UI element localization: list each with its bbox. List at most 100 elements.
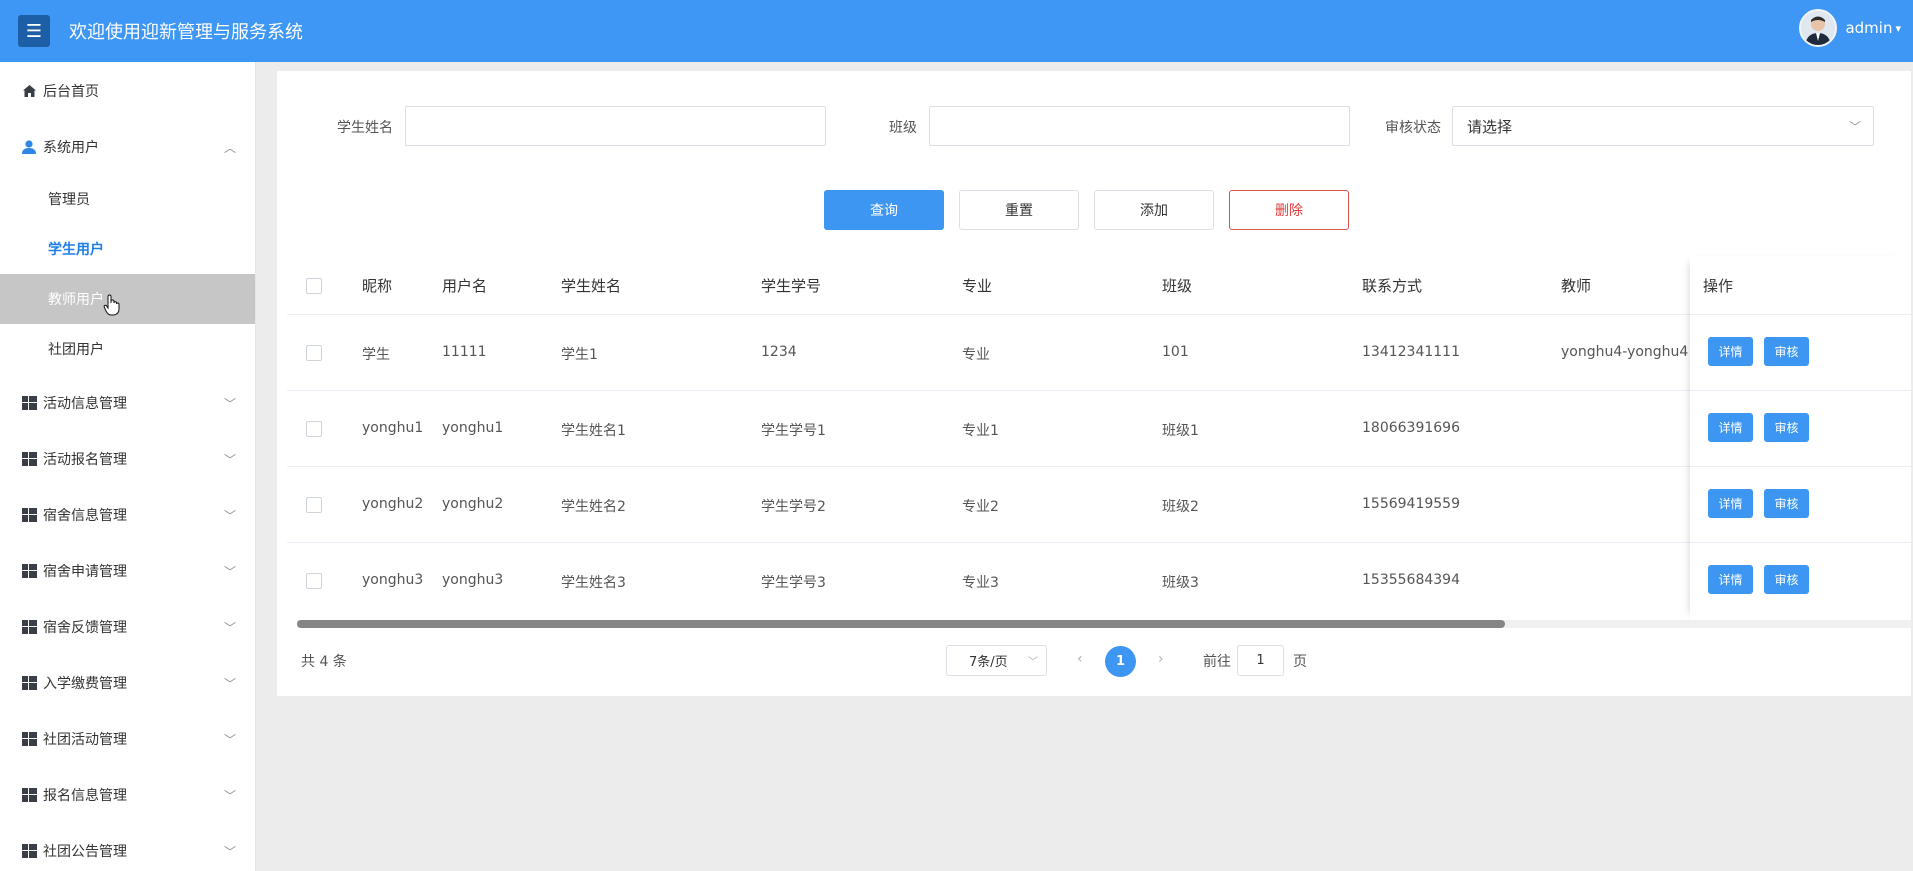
chevron-down-icon: ﹀: [224, 844, 237, 859]
grid-icon: [21, 731, 37, 747]
grid-icon: [21, 563, 37, 579]
next-page-icon[interactable]: ›: [1158, 651, 1164, 667]
query-button[interactable]: 查询: [824, 190, 944, 230]
sidebar-item-dorm-apply[interactable]: 宿舍申请管理 ﹀: [0, 546, 255, 596]
table-cell: 学生姓名1: [561, 423, 626, 439]
sidebar-item-activity-signup[interactable]: 活动报名管理 ﹀: [0, 434, 255, 484]
col-header-student-no: 学生学号: [761, 277, 822, 295]
status-select[interactable]: 请选择 ﹀: [1452, 106, 1874, 146]
table-cell: 学生学号3: [761, 575, 826, 591]
sidebar-item-activity-info[interactable]: 活动信息管理 ﹀: [0, 378, 255, 428]
row-checkbox[interactable]: [306, 421, 322, 437]
chevron-down-icon: ﹀: [224, 508, 237, 523]
row-checkbox[interactable]: [306, 497, 322, 513]
reset-button[interactable]: 重置: [959, 190, 1079, 230]
table-cell: 班级2: [1162, 499, 1199, 515]
sidebar-item-signup-info[interactable]: 报名信息管理 ﹀: [0, 770, 255, 820]
audit-button[interactable]: 审核: [1764, 337, 1809, 366]
sidebar-item-club-users[interactable]: 社团用户: [0, 324, 255, 374]
class-input[interactable]: [929, 106, 1350, 146]
hamburger-icon: ☰: [25, 20, 43, 42]
hand-cursor-icon: [103, 294, 120, 316]
username: admin: [1845, 19, 1893, 37]
sidebar-item-dorm-feedback[interactable]: 宿舍反馈管理 ﹀: [0, 602, 255, 652]
sidebar: 后台首页 系统用户 ︿ 管理员 学生用户 教师用户 社团用户 活动信息管理 ﹀ 活…: [0, 62, 256, 871]
horizontal-scrollbar-thumb[interactable]: [297, 620, 1505, 628]
col-header-teacher: 教师: [1561, 277, 1592, 295]
row-checkbox[interactable]: [306, 345, 322, 361]
table-cell: yonghu2: [362, 496, 424, 512]
delete-button[interactable]: 删除: [1229, 190, 1349, 230]
table-cell: 学生学号1: [761, 423, 826, 439]
audit-button[interactable]: 审核: [1764, 565, 1809, 594]
row-divider: [1690, 390, 1911, 391]
sidebar-item-club-notice[interactable]: 社团公告管理 ﹀: [0, 826, 255, 871]
sidebar-item-club-activity[interactable]: 社团活动管理 ﹀: [0, 714, 255, 764]
goto-suffix: 页: [1293, 654, 1307, 670]
col-header-major: 专业: [962, 277, 993, 295]
sidebar-item-admin[interactable]: 管理员: [0, 174, 255, 224]
table-cell: 学生姓名3: [561, 575, 626, 591]
student-name-label: 学生姓名: [337, 120, 393, 136]
row-divider: [1690, 314, 1911, 315]
table-cell: 学生: [362, 347, 390, 363]
grid-icon: [21, 451, 37, 467]
grid-icon: [21, 675, 37, 691]
sidebar-item-dorm-info[interactable]: 宿舍信息管理 ﹀: [0, 490, 255, 540]
menu-toggle-button[interactable]: ☰: [18, 15, 50, 47]
detail-button[interactable]: 详情: [1708, 565, 1753, 594]
table-cell: yonghu3: [442, 572, 504, 588]
detail-button[interactable]: 详情: [1708, 413, 1753, 442]
table-cell: 专业1: [962, 423, 999, 439]
row-divider: [287, 314, 1911, 315]
col-header-class: 班级: [1162, 277, 1193, 295]
sidebar-item-teacher-users[interactable]: 教师用户: [0, 274, 255, 324]
chevron-up-icon: ︿: [224, 140, 237, 155]
grid-icon: [21, 507, 37, 523]
table-cell: yonghu2: [442, 496, 504, 512]
row-divider: [287, 390, 1911, 391]
detail-button[interactable]: 详情: [1708, 489, 1753, 518]
page-size-select[interactable]: 7条/页 ﹀: [946, 645, 1047, 676]
table-cell: 班级3: [1162, 575, 1199, 591]
sidebar-item-student-users[interactable]: 学生用户: [0, 224, 255, 274]
status-label: 审核状态: [1385, 120, 1441, 136]
add-button[interactable]: 添加: [1094, 190, 1214, 230]
row-divider: [287, 466, 1911, 467]
col-header-contact: 联系方式: [1362, 277, 1423, 295]
operations-column: 操作 详情 审核 详情 审核 详情 审核 详情 审核: [1690, 256, 1911, 620]
table-cell: 学生姓名2: [561, 499, 626, 515]
table-cell: 专业2: [962, 499, 999, 515]
grid-icon: [21, 619, 37, 635]
sidebar-item-system-users[interactable]: 系统用户 ︿: [0, 122, 255, 172]
table-cell: 18066391696: [1362, 420, 1460, 436]
sidebar-item-home[interactable]: 后台首页: [0, 66, 255, 116]
user-menu[interactable]: admin ▾: [1799, 9, 1901, 47]
select-all-checkbox[interactable]: [306, 278, 322, 294]
student-name-input[interactable]: [405, 106, 826, 146]
audit-button[interactable]: 审核: [1764, 489, 1809, 518]
table-cell: 学生1: [561, 347, 598, 363]
app-title: 欢迎使用迎新管理与服务系统: [69, 22, 303, 43]
table-cell: yonghu1: [442, 420, 504, 436]
prev-page-icon[interactable]: ‹: [1077, 651, 1083, 667]
main-panel: 学生姓名 班级 审核状态 请选择 ﹀ 查询 重置 添加 删除 昵称 用户名 学生…: [277, 71, 1911, 696]
row-checkbox[interactable]: [306, 573, 322, 589]
goto-page-input[interactable]: 1: [1237, 645, 1284, 676]
grid-icon: [21, 787, 37, 803]
page-number-button[interactable]: 1: [1105, 646, 1136, 677]
sidebar-item-enrollment-fee[interactable]: 入学缴费管理 ﹀: [0, 658, 255, 708]
audit-button[interactable]: 审核: [1764, 413, 1809, 442]
col-header-username: 用户名: [442, 277, 488, 295]
grid-icon: [21, 843, 37, 859]
table-cell: 11111: [442, 344, 487, 360]
grid-icon: [21, 395, 37, 411]
detail-button[interactable]: 详情: [1708, 337, 1753, 366]
row-divider: [1690, 466, 1911, 467]
user-avatar-icon: [1801, 11, 1836, 45]
table-cell: 13412341111: [1362, 344, 1460, 360]
chevron-down-icon: ﹀: [224, 396, 237, 411]
table-cell: yonghu3: [362, 572, 424, 588]
chevron-down-icon: ▾: [1895, 21, 1901, 35]
row-divider: [1690, 542, 1911, 543]
